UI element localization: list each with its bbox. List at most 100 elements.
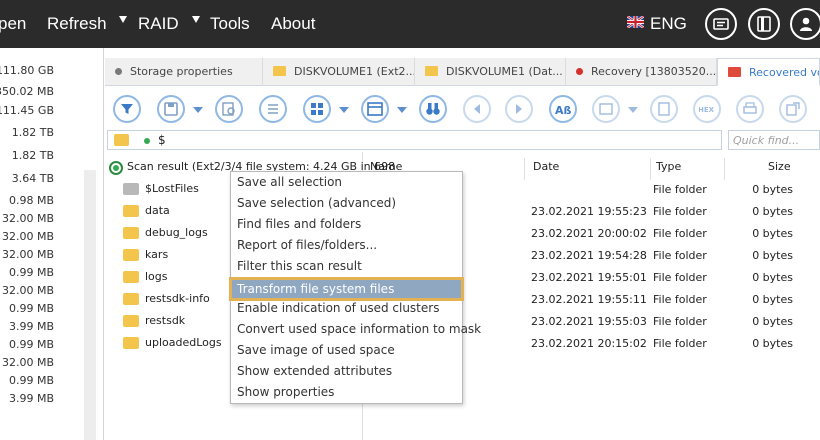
- volume-size-label: 3.99 MB: [8, 320, 54, 333]
- binoculars-button[interactable]: [419, 95, 447, 123]
- log-icon: [713, 18, 729, 30]
- row-type: File folder: [653, 183, 707, 196]
- tab-label: DISKVOLUME1 (Dat...: [446, 65, 563, 78]
- quick-find-input[interactable]: Quick find...: [728, 130, 820, 150]
- chevron-down-icon[interactable]: [397, 107, 407, 113]
- volume-size-label: 32.00 MB: [1, 356, 54, 369]
- hex-button[interactable]: HEX: [693, 95, 721, 123]
- hex-icon: HEX: [699, 106, 715, 114]
- volume-size-label: 0.99 MB: [8, 302, 54, 315]
- print-icon: [743, 102, 757, 114]
- tab-bar: Storage properties DISKVOLUME1 (Ext2... …: [105, 58, 820, 86]
- context-menu-item[interactable]: Show properties: [237, 382, 334, 403]
- details-button[interactable]: [361, 95, 389, 123]
- context-menu-item[interactable]: Report of files/folders...: [237, 235, 377, 256]
- red-dot-icon: [576, 68, 583, 75]
- save-icon: [164, 102, 178, 116]
- row-size: 0 bytes: [752, 315, 793, 328]
- menu-open[interactable]: pen: [0, 0, 26, 48]
- text-view-button[interactable]: [650, 95, 678, 123]
- gray-dot-icon: [115, 68, 122, 75]
- path-text: $: [158, 133, 166, 147]
- log-button[interactable]: [705, 8, 737, 40]
- uk-flag-icon[interactable]: [627, 16, 644, 28]
- text-file-icon: [658, 102, 670, 116]
- row-size: 0 bytes: [752, 183, 793, 196]
- row-type: File folder: [653, 315, 707, 328]
- previous-icon: [474, 104, 480, 114]
- tree-item-label: kars: [145, 248, 169, 261]
- vertical-scrollbar[interactable]: [84, 170, 96, 440]
- column-divider[interactable]: [524, 158, 525, 180]
- menu-raid[interactable]: RAID: [138, 0, 179, 48]
- row-size: 0 bytes: [752, 271, 793, 284]
- volume-size-label: 0.98 MB: [8, 194, 54, 207]
- context-menu-item[interactable]: Save selection (advanced): [237, 193, 396, 214]
- tab-diskvolume-dat[interactable]: DISKVOLUME1 (Dat...: [415, 58, 566, 86]
- folder-icon: [123, 227, 139, 239]
- folder-icon: [123, 337, 139, 349]
- volume-size-label: 350.02 MB: [0, 85, 54, 98]
- context-menu-item[interactable]: Save image of used space: [237, 340, 395, 361]
- row-date: 23.02.2021 19:55:23: [531, 205, 647, 218]
- tab-recovery[interactable]: Recovery [13803520...: [566, 58, 717, 86]
- menu-tools[interactable]: Tools: [210, 0, 250, 48]
- column-divider[interactable]: [650, 158, 651, 180]
- menu-refresh[interactable]: Refresh: [47, 0, 107, 48]
- path-bar[interactable]: $: [107, 130, 722, 150]
- user-button[interactable]: [790, 8, 820, 40]
- chevron-down-icon[interactable]: [193, 107, 203, 113]
- context-menu-item-label: Transform file system files: [237, 282, 395, 296]
- chevron-down-icon[interactable]: [339, 107, 349, 113]
- folder-icon: [123, 293, 139, 305]
- volume-size-label: 0.99 MB: [8, 266, 54, 279]
- row-type: File folder: [653, 271, 707, 284]
- next-button[interactable]: [505, 95, 533, 123]
- folder-icon: [273, 66, 286, 76]
- volume-size-label: 32.00 MB: [1, 284, 54, 297]
- volume-size-label: 1.82 TB: [11, 126, 54, 139]
- tree-item-label: restsdk-info: [145, 292, 210, 305]
- menu-bar: pen Refresh RAID Tools About ENG: [0, 0, 820, 48]
- volume-size-label: 1.82 TB: [11, 149, 54, 162]
- volume-size-label: 32.00 MB: [1, 230, 54, 243]
- print-button[interactable]: [736, 95, 764, 123]
- chevron-down-icon[interactable]: [192, 16, 200, 23]
- chevron-down-icon[interactable]: [628, 107, 638, 113]
- menu-about[interactable]: About: [271, 0, 315, 48]
- row-size: 0 bytes: [752, 205, 793, 218]
- row-date: 23.02.2021 20:15:02: [531, 337, 647, 350]
- context-menu-item[interactable]: Save all selection: [237, 172, 342, 193]
- tree-item-label: uploadedLogs: [145, 336, 222, 349]
- case-button[interactable]: Aß: [549, 95, 577, 123]
- chevron-down-icon[interactable]: [119, 16, 127, 23]
- tab-storage-properties[interactable]: Storage properties: [105, 58, 263, 86]
- language-selector[interactable]: ENG: [650, 0, 687, 48]
- tab-recovered-volume[interactable]: Recovered vol: [717, 58, 820, 86]
- filter-button[interactable]: [113, 95, 141, 123]
- filter-icon: [121, 104, 133, 114]
- context-menu-item[interactable]: Enable indication of used clusters: [237, 298, 439, 319]
- panels-icon: [757, 16, 771, 32]
- context-menu-item[interactable]: Show extended attributes: [237, 361, 392, 382]
- context-menu-item[interactable]: Filter this scan result: [237, 256, 362, 277]
- row-type: File folder: [653, 337, 707, 350]
- find-button[interactable]: [215, 95, 243, 123]
- save-button[interactable]: [157, 95, 185, 123]
- app-window: pen Refresh RAID Tools About ENG 111.80 …: [0, 0, 820, 440]
- previous-button[interactable]: [463, 95, 491, 123]
- export-button[interactable]: [779, 95, 807, 123]
- user-icon: [800, 17, 812, 31]
- context-menu-item[interactable]: Find files and folders: [237, 214, 361, 235]
- tree-item-label: $LostFiles: [145, 182, 199, 195]
- row-size: 0 bytes: [752, 293, 793, 306]
- view-button[interactable]: [303, 95, 331, 123]
- list-button[interactable]: [259, 95, 287, 123]
- toolbar: Aß HEX: [105, 86, 820, 130]
- column-divider[interactable]: [724, 158, 725, 180]
- row-date: 23.02.2021 19:55:03: [531, 315, 647, 328]
- preview-button[interactable]: [592, 95, 620, 123]
- context-menu-item[interactable]: Convert used space information to mask: [237, 319, 481, 340]
- tab-diskvolume-ext[interactable]: DISKVOLUME1 (Ext2...: [263, 58, 415, 86]
- panels-button[interactable]: [748, 8, 780, 40]
